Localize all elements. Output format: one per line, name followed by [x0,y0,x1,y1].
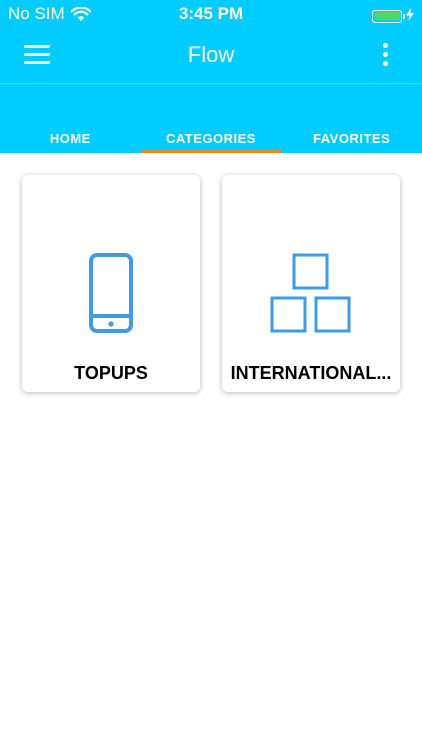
charging-bolt-icon [406,6,414,26]
tab-home[interactable]: HOME [0,120,141,153]
battery-tip [403,13,405,19]
battery-icon [372,9,405,23]
category-label: TOPUPS [74,363,148,383]
active-tab-indicator [141,149,281,153]
clock: 3:45 PM [178,4,244,23]
tab-favorites[interactable]: FAVORITES [281,120,422,153]
category-card-topups[interactable]: TOPUPS [22,175,200,392]
battery-level [374,12,400,20]
stacked-boxes-icon [222,253,400,335]
app-screen: No SIM 3:45 PM Flow HOME CATEGORIES FAVO… [0,0,422,750]
battery-group [372,6,414,26]
category-card-international[interactable]: INTERNATIONAL... [222,175,400,392]
status-bar: No SIM 3:45 PM [0,0,422,28]
more-vertical-icon[interactable] [382,43,390,69]
nav-bar: Flow [0,28,422,84]
category-label: INTERNATIONAL... [230,363,392,383]
page-title: Flow [187,42,235,67]
app-header: No SIM 3:45 PM Flow HOME CATEGORIES FAVO… [0,0,422,153]
mobile-phone-icon [22,253,200,333]
